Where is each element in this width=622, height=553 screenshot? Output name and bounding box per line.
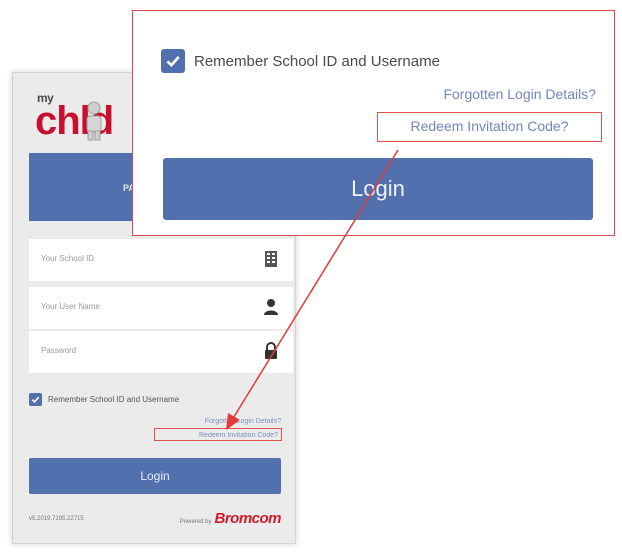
- stage: my chld PA Your School ID Your User Name…: [0, 0, 622, 553]
- username-field[interactable]: Your User Name: [29, 287, 293, 329]
- password-placeholder: Password: [41, 346, 77, 355]
- checkbox[interactable]: [161, 49, 185, 73]
- forgotten-login-link-small[interactable]: Forgotten Login Details?: [205, 418, 281, 425]
- school-id-placeholder: Your School ID: [41, 254, 95, 263]
- redeem-invitation-link-small[interactable]: Redeem Invitation Code?: [154, 428, 282, 441]
- remember-label-small: Remember School ID and Username: [48, 394, 180, 404]
- child-figure-icon: [86, 101, 102, 141]
- checkmark-icon: [31, 396, 40, 403]
- remember-label: Remember School ID and Username: [194, 52, 440, 70]
- lock-icon: [265, 342, 277, 359]
- school-id-field[interactable]: Your School ID: [29, 239, 293, 281]
- checkbox-small[interactable]: [29, 392, 42, 406]
- version-text: v5.2019.7195.22715: [29, 516, 84, 522]
- login-button[interactable]: Login: [163, 158, 593, 220]
- checkmark-icon: [166, 55, 180, 68]
- login-button-small[interactable]: Login: [29, 458, 281, 494]
- forgotten-login-link[interactable]: Forgotten Login Details?: [443, 86, 596, 102]
- password-field[interactable]: Password: [29, 331, 293, 373]
- powered-by-label: Powered by: [179, 519, 212, 525]
- zoom-callout: Remember School ID and Username Forgotte…: [132, 10, 615, 236]
- user-icon: [264, 299, 278, 315]
- redeem-invitation-link[interactable]: Redeem Invitation Code?: [377, 112, 602, 142]
- username-placeholder: Your User Name: [41, 302, 100, 311]
- remember-checkbox[interactable]: Remember School ID and Username: [161, 49, 440, 73]
- building-icon: [265, 251, 277, 267]
- remember-checkbox-small[interactable]: Remember School ID and Username: [29, 391, 179, 407]
- bromcom-logo: Bromcom: [214, 510, 281, 527]
- powered-by: Powered by Bromcom: [179, 510, 282, 527]
